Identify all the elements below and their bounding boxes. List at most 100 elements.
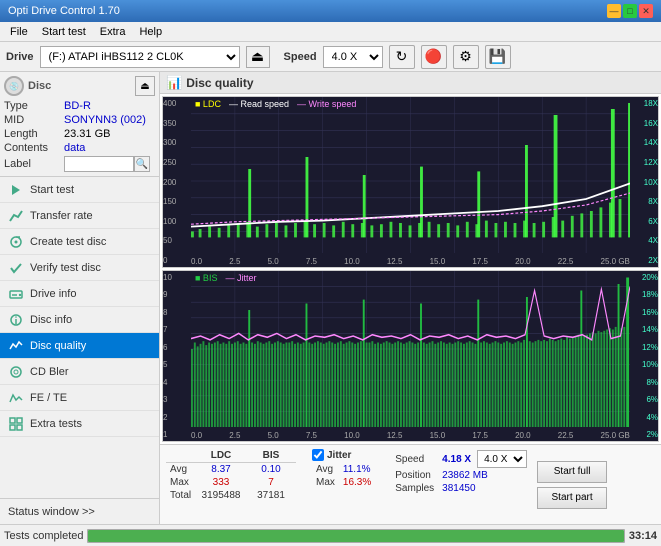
disc-label-input[interactable] — [64, 156, 134, 172]
status-bar: Tests completed 33:14 — [0, 524, 661, 546]
right-panel: 📊 Disc quality 400350300250200150100500 … — [160, 72, 661, 524]
drive-select[interactable]: (F:) ATAPI iHBS112 2 CL0K — [40, 46, 240, 68]
nav-item-start-test[interactable]: Start test — [0, 177, 159, 203]
status-window-label: Status window >> — [8, 506, 95, 518]
avg-ldc: 8.37 — [196, 463, 246, 477]
total-ldc: 3195488 — [196, 489, 246, 502]
jitter-checkbox[interactable] — [312, 449, 324, 461]
title-bar: Opti Drive Control 1.70 — □ ✕ — [0, 0, 661, 22]
speed-display: 4.18 X — [438, 449, 475, 469]
status-time: 33:14 — [629, 530, 657, 542]
menu-start-test[interactable]: Start test — [36, 24, 92, 40]
disc-label-label: Label — [4, 158, 64, 170]
nav-item-disc-quality[interactable]: Disc quality — [0, 333, 159, 359]
maximize-button[interactable]: □ — [623, 4, 637, 18]
window-controls: — □ ✕ — [607, 4, 653, 18]
chart-line-icon — [8, 208, 24, 224]
nav-label-disc-info: Disc info — [30, 314, 72, 326]
nav-item-disc-info[interactable]: Disc info — [0, 307, 159, 333]
disc-quality-title: Disc quality — [186, 76, 253, 90]
bis-x-labels: 0.02.55.07.510.012.515.017.520.022.525.0… — [191, 431, 630, 440]
menu-file[interactable]: File — [4, 24, 34, 40]
settings-button[interactable]: ⚙ — [453, 45, 479, 69]
main-layout: 💿 Disc ⏏ Type BD-R MID SONYNN3 (002) Len… — [0, 72, 661, 524]
check-icon — [8, 260, 24, 276]
bis-legend: ■ BIS — Jitter — [195, 273, 256, 283]
nav-item-verify-test-disc[interactable]: Verify test disc — [0, 255, 159, 281]
menu-bar: File Start test Extra Help — [0, 22, 661, 42]
disc-icon: 💿 — [4, 76, 24, 96]
drive-info-icon — [8, 286, 24, 302]
nav-item-extra-tests[interactable]: Extra tests — [0, 411, 159, 437]
bis-y-labels-right: 20%18%16%14%12%10%8%6%4%2% — [630, 271, 658, 441]
position-value: 23862 MB — [438, 469, 529, 482]
disc-type-value: BD-R — [64, 100, 91, 112]
speed-select[interactable]: 4.0 X — [323, 46, 383, 68]
ldc-legend-write: — Write speed — [297, 99, 356, 109]
play-icon — [8, 182, 24, 198]
total-bis: 37181 — [246, 489, 296, 502]
disc-contents-label: Contents — [4, 142, 64, 154]
bis-legend-bis: ■ BIS — [195, 273, 217, 283]
disc-contents-row: Contents data — [4, 142, 155, 154]
left-panel: 💿 Disc ⏏ Type BD-R MID SONYNN3 (002) Len… — [0, 72, 160, 524]
nav-item-transfer-rate[interactable]: Transfer rate — [0, 203, 159, 229]
disc-contents-value: data — [64, 142, 85, 154]
nav-item-create-test-disc[interactable]: Create test disc — [0, 229, 159, 255]
ldc-y-labels-left: 400350300250200150100500 — [163, 97, 191, 267]
progress-bar — [88, 530, 623, 542]
jitter-avg-row: Avg 11.1% — [312, 463, 375, 476]
disc-info-icon — [8, 312, 24, 328]
eject-button[interactable]: ⏏ — [246, 46, 270, 68]
ldc-bis-stats: LDC BIS Avg 8.37 0.10 Max 333 — [166, 449, 296, 520]
col-ldc: LDC — [196, 449, 246, 463]
menu-help[interactable]: Help — [133, 24, 168, 40]
nav-label-extra-tests: Extra tests — [30, 418, 82, 430]
disc-label-button[interactable]: 🔍 — [134, 156, 150, 172]
col-bis: BIS — [246, 449, 296, 463]
start-part-button[interactable]: Start part — [537, 487, 607, 509]
status-window-item[interactable]: Status window >> — [0, 498, 159, 524]
charts-area: 400350300250200150100500 18X16X14X12X10X… — [160, 94, 661, 444]
minimize-button[interactable]: — — [607, 4, 621, 18]
speed-select-dropdown[interactable]: 4.0 X — [477, 450, 527, 468]
fe-te-icon — [8, 390, 24, 406]
samples-row: Samples 381450 — [391, 482, 529, 495]
stats-area: LDC BIS Avg 8.37 0.10 Max 333 — [160, 444, 661, 524]
start-full-button[interactable]: Start full — [537, 461, 607, 483]
save-button[interactable]: 💾 — [485, 45, 511, 69]
disc-eject-button[interactable]: ⏏ — [135, 76, 155, 96]
ldc-legend-read: — Read speed — [229, 99, 289, 109]
nav-label-verify-test-disc: Verify test disc — [30, 262, 101, 274]
ldc-x-labels: 0.02.55.07.510.012.515.017.520.022.525.0… — [191, 257, 630, 266]
refresh-button[interactable]: ↻ — [389, 45, 415, 69]
ldc-legend-ldc: ■ LDC — [195, 99, 221, 109]
max-bis: 7 — [246, 476, 296, 489]
drive-bar: Drive (F:) ATAPI iHBS112 2 CL0K ⏏ Speed … — [0, 42, 661, 72]
ldc-y-labels-right: 18X16X14X12X10X8X6X4X2X — [630, 97, 658, 267]
nav-item-fe-te[interactable]: FE / TE — [0, 385, 159, 411]
disc-length-row: Length 23.31 GB — [4, 128, 155, 140]
speed-stats: Speed 4.18 X 4.0 X Position 23862 MB — [391, 449, 529, 520]
jitter-max: 16.3% — [339, 476, 375, 489]
samples-value: 381450 — [438, 482, 529, 495]
disc-type-label: Type — [4, 100, 64, 112]
disc-quality-icon: 📊 — [166, 75, 182, 91]
disc-length-label: Length — [4, 128, 64, 140]
burn-button[interactable]: 🔴 — [421, 45, 447, 69]
nav-label-fe-te: FE / TE — [30, 392, 67, 404]
jitter-avg: 11.1% — [339, 463, 375, 476]
nav-item-cd-bler[interactable]: CD Bler — [0, 359, 159, 385]
position-row: Position 23862 MB — [391, 469, 529, 482]
menu-extra[interactable]: Extra — [94, 24, 132, 40]
stats-row-avg: Avg 8.37 0.10 — [166, 463, 296, 477]
speed-table: Speed 4.18 X 4.0 X Position 23862 MB — [391, 449, 529, 495]
ldc-legend: ■ LDC — Read speed — Write speed — [195, 99, 356, 109]
disc-section-title: Disc — [28, 80, 51, 92]
nav-label-create-test-disc: Create test disc — [30, 236, 106, 248]
cd-icon — [8, 364, 24, 380]
bis-legend-jitter: — Jitter — [225, 273, 256, 283]
progress-container — [87, 529, 624, 543]
nav-item-drive-info[interactable]: Drive info — [0, 281, 159, 307]
close-button[interactable]: ✕ — [639, 4, 653, 18]
